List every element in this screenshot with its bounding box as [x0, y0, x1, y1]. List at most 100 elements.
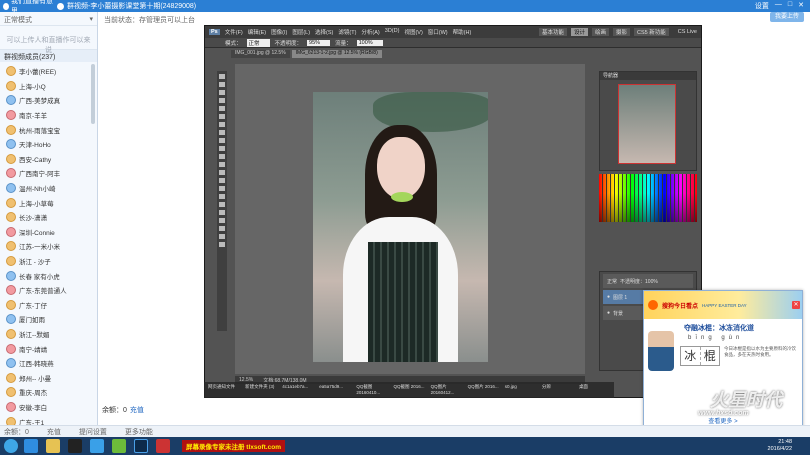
- ps-navigator-thumb[interactable]: [618, 84, 676, 164]
- ps-tool-icon[interactable]: [219, 170, 225, 175]
- desktop-file[interactable]: 网页通知文件: [208, 384, 239, 396]
- member-item[interactable]: 南京-羊羊: [0, 108, 92, 123]
- ps-tool-icon[interactable]: [219, 74, 225, 79]
- close-button[interactable]: ✕: [798, 1, 804, 11]
- ps-canvas[interactable]: [235, 64, 585, 374]
- recharge-link[interactable]: 充值: [130, 405, 144, 415]
- ps-tool-icon[interactable]: [219, 146, 225, 151]
- desktop-file[interactable]: QQ截图 2016...: [393, 384, 424, 396]
- ps-tool-icon[interactable]: [219, 106, 225, 111]
- member-item[interactable]: 浙江--默媚: [0, 327, 92, 342]
- member-item[interactable]: 重庆-周杰: [0, 385, 92, 400]
- ps-workspace-button[interactable]: 设计: [570, 28, 588, 36]
- settings-button[interactable]: 设置: [755, 1, 769, 11]
- toolbar-item[interactable]: 更多功能: [125, 427, 153, 437]
- member-item[interactable]: 温州-Nh小崎: [0, 181, 92, 196]
- ps-workspace-button[interactable]: 绘画: [591, 28, 609, 36]
- ps-menu-item[interactable]: 选择(S): [315, 28, 333, 36]
- ps-tool-icon[interactable]: [219, 82, 225, 87]
- ps-workspace-button[interactable]: 摄影: [612, 28, 630, 36]
- maximize-button[interactable]: □: [788, 1, 792, 11]
- ps-workspace-button[interactable]: CS5 新功能: [634, 28, 669, 36]
- desktop-file[interactable]: s0.jpg: [505, 384, 536, 396]
- desktop-file[interactable]: 分辨: [542, 384, 573, 396]
- ps-menu-item[interactable]: 3D(D): [385, 28, 400, 36]
- member-item[interactable]: 厦门如雨: [0, 312, 92, 327]
- ps-tool-icon[interactable]: [219, 242, 225, 247]
- ps-menu-item[interactable]: 图层(L): [292, 28, 310, 36]
- member-item[interactable]: 上海-小Q: [0, 79, 92, 94]
- ie-icon[interactable]: [24, 439, 38, 453]
- member-item[interactable]: 长春 家有小虎: [0, 268, 92, 283]
- ps-cs-live[interactable]: CS Live: [678, 29, 701, 35]
- member-item[interactable]: 郑州-- 小曼: [0, 370, 92, 385]
- member-item[interactable]: 杭州-雨落宝宝: [0, 122, 92, 137]
- ps-tool-icon[interactable]: [219, 98, 225, 103]
- ps-tool-icon[interactable]: [219, 194, 225, 199]
- popup-close-button[interactable]: ✕: [792, 301, 800, 309]
- ps-option-value[interactable]: 100%: [356, 39, 383, 46]
- ps-tool-icon[interactable]: [219, 114, 225, 119]
- ps-tool-icon[interactable]: [219, 90, 225, 95]
- ps-tool-icon[interactable]: [219, 218, 225, 223]
- member-scrollbar[interactable]: [91, 64, 95, 124]
- member-item[interactable]: 广西南宁-阿丰: [0, 166, 92, 181]
- ps-tool-icon[interactable]: [219, 122, 225, 127]
- member-item[interactable]: 深圳-Connie: [0, 225, 92, 240]
- ps-menu-item[interactable]: 文件(F): [225, 28, 243, 36]
- ps-tool-icon[interactable]: [219, 162, 225, 167]
- ps-menu-item[interactable]: 窗口(W): [428, 28, 448, 36]
- ps-tool-icon[interactable]: [219, 186, 225, 191]
- ps-tool-icon[interactable]: [219, 130, 225, 135]
- recorder-icon[interactable]: [156, 439, 170, 453]
- desktop-file[interactable]: 桌面: [579, 384, 610, 396]
- folder-icon[interactable]: [46, 439, 60, 453]
- ps-tool-icon[interactable]: [219, 210, 225, 215]
- desktop-file[interactable]: QQ图片 20160412...: [431, 384, 462, 396]
- minimize-button[interactable]: —: [775, 1, 782, 11]
- ps-doc-tab[interactable]: IMG_001.jpg @ 12.5%: [231, 50, 290, 58]
- qq-icon[interactable]: [68, 439, 82, 453]
- member-item[interactable]: 长沙-潇潇: [0, 210, 92, 225]
- ps-tool-icon[interactable]: [219, 138, 225, 143]
- ps-tool-icon[interactable]: [219, 202, 225, 207]
- chat-icon[interactable]: [90, 439, 104, 453]
- toolbar-item[interactable]: 充值: [47, 427, 61, 437]
- ps-menu-item[interactable]: 分析(A): [361, 28, 379, 36]
- member-item[interactable]: 广东-丁仔: [0, 298, 92, 313]
- member-item[interactable]: 江西-韩晓燕: [0, 356, 92, 371]
- member-item[interactable]: 江苏-一米小米: [0, 239, 92, 254]
- ps-option-value[interactable]: 正常: [246, 38, 270, 47]
- desktop-file[interactable]: 新建文件夹 (3): [245, 384, 276, 396]
- desktop-file[interactable]: 4c1a1eb7a...: [282, 384, 313, 396]
- member-item[interactable]: 广西-美梦成真: [0, 93, 92, 108]
- ps-menu-item[interactable]: 滤镜(T): [338, 28, 356, 36]
- upload-button[interactable]: 我要上传: [770, 12, 804, 22]
- member-item[interactable]: 上海-小草莓: [0, 195, 92, 210]
- ps-layer-mode[interactable]: 正常 不透明度：100%: [603, 274, 693, 288]
- desktop-file[interactable]: QQ图片 2016...: [468, 384, 499, 396]
- member-item[interactable]: 西安-Cathy: [0, 152, 92, 167]
- toolbar-item[interactable]: 提问设置: [79, 427, 107, 437]
- member-item[interactable]: 李小蕾(REE): [0, 64, 92, 79]
- media-icon[interactable]: [112, 439, 126, 453]
- ps-menu-item[interactable]: 编辑(E): [248, 28, 266, 36]
- member-item[interactable]: 天津-HoHo: [0, 137, 92, 152]
- desktop-file[interactable]: ea5a75d9...: [319, 384, 350, 396]
- ps-doc-tab[interactable]: IMG_6213-1-2.jpg @ 12.5% (RGB/8): [291, 50, 382, 58]
- ps-tool-icon[interactable]: [219, 234, 225, 239]
- brand[interactable]: 我们直播有意思: [0, 0, 53, 15]
- ps-menu-item[interactable]: 图像(I): [271, 28, 287, 36]
- toolbar-item[interactable]: 余额：0: [4, 427, 29, 437]
- member-item[interactable]: 安徽-李白: [0, 400, 92, 415]
- ps-swatches-panel[interactable]: [599, 174, 697, 222]
- start-button[interactable]: [4, 439, 18, 453]
- ps-tool-icon[interactable]: [219, 154, 225, 159]
- ps-option-value[interactable]: 95%: [307, 39, 331, 46]
- desktop-file[interactable]: QQ截图 20160410...: [356, 384, 387, 396]
- system-clock[interactable]: 21:48 2016/4/22: [768, 439, 810, 453]
- ps-tool-icon[interactable]: [219, 226, 225, 231]
- ps-menu-item[interactable]: 视图(V): [404, 28, 422, 36]
- ps-menu-item[interactable]: 帮助(H): [453, 28, 472, 36]
- member-item[interactable]: 浙江 - 沙子: [0, 254, 92, 269]
